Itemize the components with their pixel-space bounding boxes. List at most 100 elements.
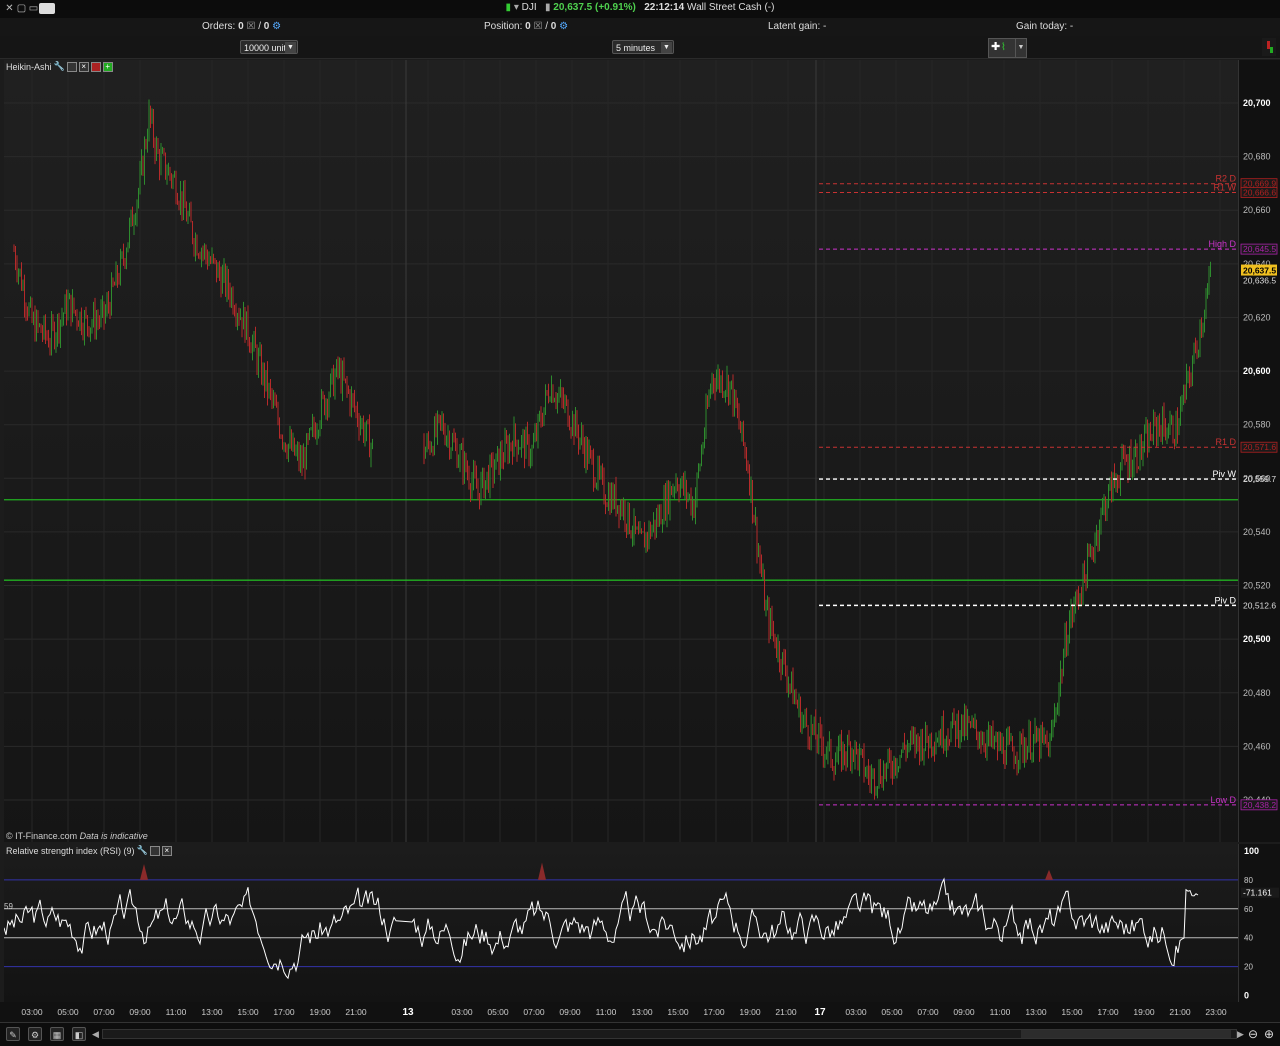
rsi-tick-label: 60 [1244,905,1253,914]
rsi-tick-label: 0 [1244,991,1249,1001]
wrench-icon[interactable]: 🔧 [137,845,148,856]
indicator-menu-chevron-icon[interactable]: ▼ [1015,38,1027,58]
rsi-tick-label: 40 [1244,934,1253,943]
units-dropdown[interactable]: 10000 units ▼ [240,40,298,54]
scrollbar-thumb[interactable] [1021,1030,1231,1038]
layout-icon[interactable]: ▦ [50,1027,64,1041]
pivot-level-label: Low D [1210,795,1236,805]
disclaimer-text: Data is indicative [79,831,148,841]
position-info: Position: 0 ☒ / 0 ⚙ [484,21,569,32]
pivot-levels: R2 DR1 WHigh DR1 DPiv WPiv DLow D [819,174,1238,806]
candlestick-icon: ▮ [505,2,512,13]
latent-gain: Latent gain: - [768,21,827,32]
info-icon[interactable]: ▮ [545,2,551,13]
time-tick-label: 03:00 [451,1007,473,1017]
color-icon[interactable] [90,61,101,72]
price-tick-label: 20,500 [1243,634,1271,644]
price-tick-label: 20,460 [1243,741,1271,751]
wrench-icon[interactable]: 🔧 [54,61,65,72]
chevron-down-icon: ▼ [661,42,672,53]
price-level-value: 20,571.6 [1243,442,1276,452]
rsi-left-value: 59 [4,902,13,911]
orders-settings-icon[interactable]: ⚙ [272,21,281,32]
rsi-header: Relative strength index (RSI) (9) 🔧 × [6,845,172,856]
add-icon[interactable]: + [102,61,113,72]
time-axis[interactable]: 03:00 05:00 07:00 09:00 11:00 13:00 15:00 17:00… [0,1002,1280,1022]
interval-dropdown[interactable]: 5 minutes ▼ [612,40,674,54]
position-value: 0 [525,21,531,32]
add-indicator-button[interactable]: ✚ ⌇ [988,38,1016,58]
bottom-toolbar: ✎ ⚙ ▦ ◧ ◀ ▶ ⊖ ⊕ [0,1022,1280,1046]
price-level-value: 20,512.6 [1243,600,1276,610]
price-tick-label: 20,660 [1243,205,1271,215]
position-list-icon[interactable]: ☒ [533,21,542,32]
time-tick-label: 07:00 [523,1007,545,1017]
price-chart[interactable]: R2 D R1 W High D R1 D Piv W Piv D Low D Heikin… [4,60,1238,842]
rsi-overbought-fill [1045,869,1053,880]
copyright-note: © IT-Finance.com Data is indicative [6,831,148,841]
rsi-overbought-fill [538,862,546,880]
time-tick-label: 13:00 [201,1007,223,1017]
rsi-tick-label: 80 [1244,876,1253,885]
pivot-level-label: High D [1208,239,1236,249]
rsi-current-value: -71.161 [1243,888,1272,898]
close-icon[interactable]: × [161,845,172,856]
time-tick-label: 19:00 [739,1007,761,1017]
zoom-in-icon[interactable]: ⊕ [1264,1027,1274,1041]
chart-toolbar: 10000 units ▼ 5 minutes ▼ ✚ ⌇ ▼ [0,36,1280,59]
price-axis[interactable]: 20,700 20,680 20,660 20,640 20,620 20,600 20,5… [1238,60,1280,842]
time-tick-label: 19:00 [1133,1007,1155,1017]
price-tick-label: 20,520 [1243,581,1271,591]
price-tick-label: 20,480 [1243,688,1271,698]
chart-type-icon[interactable] [1262,38,1276,56]
rsi-axis: 100 80 60 40 20 0 -71.161 [1238,844,1280,1002]
rsi-panel[interactable]: Relative strength index (RSI) (9) 🔧 × 59 [4,844,1238,1002]
scroll-left-icon[interactable]: ◀ [92,1029,100,1039]
pivot-level-label: Piv W [1213,469,1237,479]
zoom-out-icon[interactable]: ⊖ [1248,1027,1258,1041]
rsi-tick-label: 100 [1244,846,1259,856]
orders-value: 0 [238,21,244,32]
candles [13,99,1211,800]
second-price-value: 20,636.5 [1243,276,1276,286]
time-tick-label: 17:00 [1097,1007,1119,1017]
units-value: 10000 units [244,43,291,53]
orders-list-icon[interactable]: ☒ [246,21,255,32]
time-tick-label: 11:00 [596,1007,617,1017]
time-tick-label: 09:00 [559,1007,581,1017]
instrument-name: Wall Street Cash (-) [687,2,775,13]
time-tick-label: 13:00 [1025,1007,1047,1017]
price-axis-canvas: 20,70020,68020,66020,64020,62020,60020,5… [1240,98,1278,811]
window-icon[interactable] [66,61,77,72]
day-label: 13 [402,1007,414,1018]
price-tick-label: 20,600 [1243,366,1271,376]
chevron-down-icon[interactable]: ▾ [514,2,519,13]
horizontal-scrollbar[interactable] [102,1029,1237,1039]
time-tick-label: 21:00 [1169,1007,1191,1017]
price-chart-canvas[interactable]: R2 DR1 WHigh DR1 DPiv WPiv DLow D [4,60,1238,842]
price-tick-label: 20,620 [1243,312,1271,322]
rsi-overbought-fill [140,864,148,880]
price-tick-label: 20,580 [1243,420,1271,430]
orders-label: Orders: [202,21,236,32]
time-tick-label: 15:00 [237,1007,259,1017]
time-tick-label: 07:00 [917,1007,939,1017]
close-icon[interactable]: × [78,61,89,72]
price-change: 20,637.5 (+0.91%) [553,2,636,13]
time-tick-label: 11:00 [990,1007,1011,1017]
time-tick-label: 21:00 [775,1007,797,1017]
position-value-2: 0 [550,21,557,32]
scroll-right-icon[interactable]: ▶ [1237,1029,1244,1040]
time-tick-label: 03:00 [845,1007,867,1017]
chevron-down-icon: ▼ [285,42,296,53]
price-level-value: 20,666.6 [1243,188,1276,198]
drawing-tools-icon[interactable]: ✎ [6,1027,20,1041]
position-settings-icon[interactable]: ⚙ [559,21,568,32]
pivot-level-label: R1 W [1214,183,1237,193]
position-label: Position: [484,21,523,32]
settings-icon[interactable]: ⚙ [28,1027,42,1041]
window-icon[interactable] [149,845,160,856]
price-level-value: 20,559.7 [1243,474,1276,484]
color-scheme-icon[interactable]: ◧ [72,1027,86,1041]
indicator-header: Heikin-Ashi 🔧 × + [6,61,113,72]
